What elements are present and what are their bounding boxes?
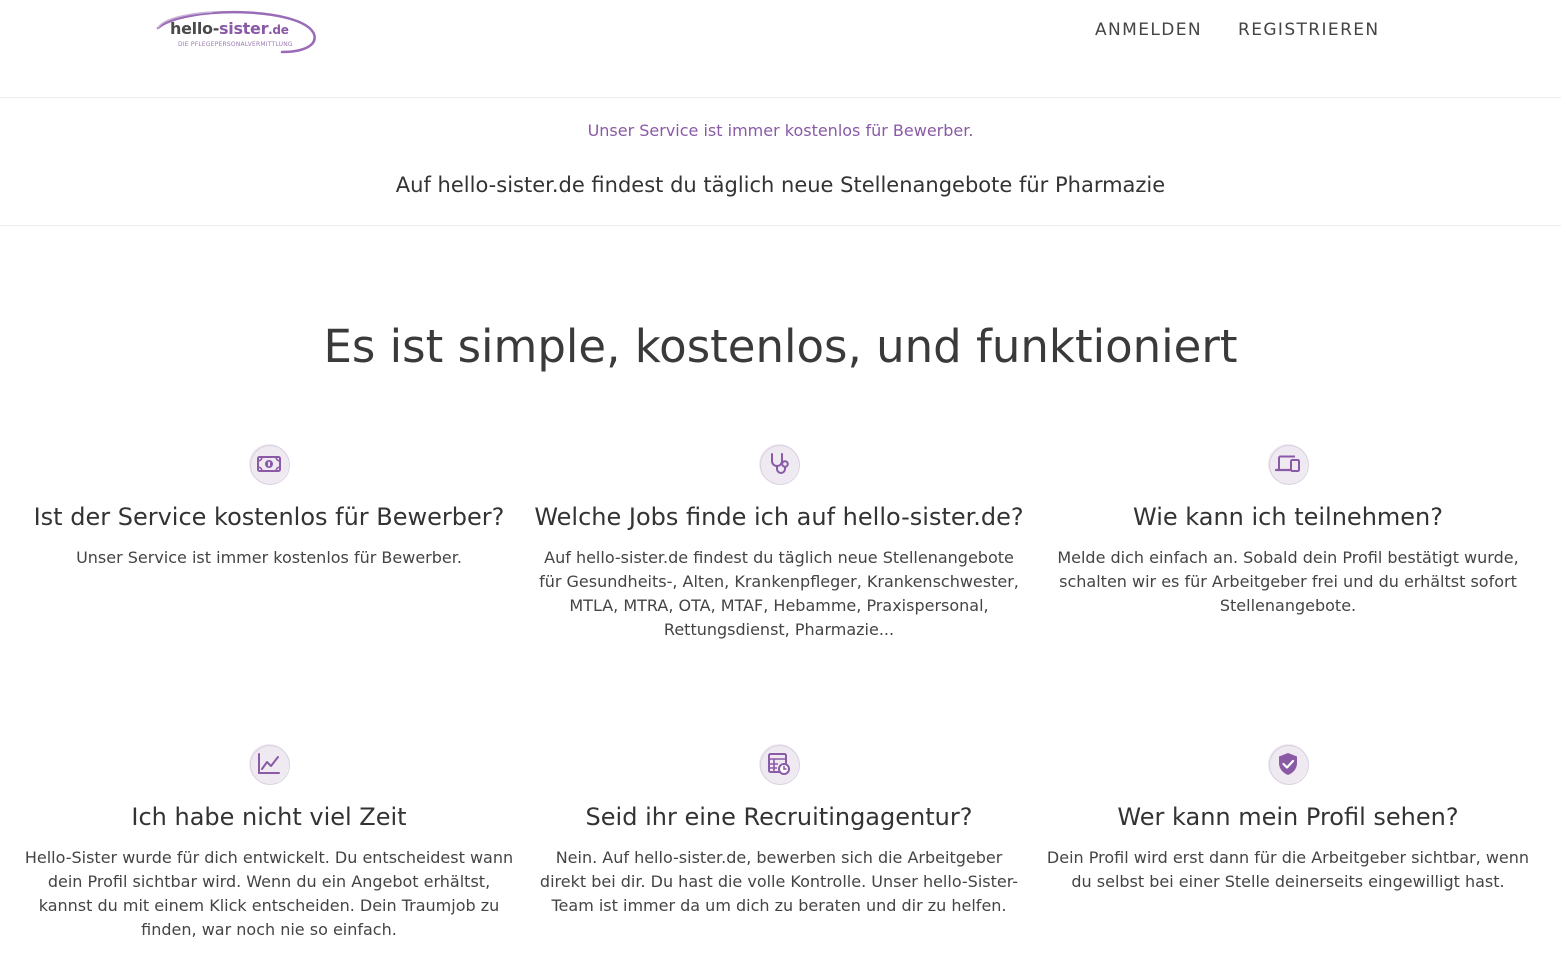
- feature-text: Nein. Auf hello-sister.de, bewerben sich…: [539, 848, 1019, 915]
- feature-text: Dein Profil wird erst dann für die Arbei…: [1046, 848, 1530, 891]
- chart-line-icon: [249, 744, 290, 785]
- feature-title: Seid ihr eine Recruitingagentur?: [585, 803, 973, 831]
- main-nav: ANMELDEN REGISTRIEREN: [1095, 20, 1380, 40]
- feature-card-visibility: Wer kann mein Profil sehen? Dein Profil …: [1043, 744, 1533, 894]
- shield-check-icon: [1268, 744, 1309, 785]
- feature-text: Unser Service ist immer kostenlos für Be…: [76, 548, 462, 567]
- register-link[interactable]: REGISTRIEREN: [1238, 20, 1380, 40]
- logo-name-tld: .de: [268, 23, 289, 37]
- jobs-headline: Auf hello-sister.de findest du täglich n…: [395, 173, 1166, 197]
- logo-text: hello-sister.de: [170, 19, 289, 38]
- feature-title: Welche Jobs finde ich auf hello-sister.d…: [534, 503, 1024, 531]
- money-icon: [249, 444, 290, 485]
- feature-title: Ist der Service kostenlos für Bewerber?: [33, 503, 505, 531]
- feature-card-time: Ich habe nicht viel Zeit Hello-Sister wu…: [24, 744, 514, 942]
- feature-title: Ich habe nicht viel Zeit: [131, 803, 407, 831]
- feature-title: Wie kann ich teilnehmen?: [1133, 503, 1443, 531]
- feature-card-agency: Seid ihr eine Recruitingagentur? Nein. A…: [534, 744, 1024, 918]
- feature-text: Melde dich einfach an. Sobald dein Profi…: [1057, 548, 1519, 615]
- logo[interactable]: hello-sister.de DIE PFLEGEPERSONALVERMIT…: [152, 6, 318, 56]
- logo-name-main: hello-: [170, 19, 220, 38]
- schedule-icon: [759, 744, 800, 785]
- stethoscope-icon: [759, 444, 800, 485]
- feature-text: Hello-Sister wurde für dich entwickelt. …: [24, 848, 514, 939]
- logo-name-accent: sister: [219, 19, 269, 38]
- site-header: hello-sister.de DIE PFLEGEPERSONALVERMIT…: [0, 0, 1561, 98]
- service-tagline: Unser Service ist immer kostenlos für Be…: [587, 121, 974, 140]
- feature-card-free: Ist der Service kostenlos für Bewerber? …: [24, 444, 514, 570]
- login-link[interactable]: ANMELDEN: [1095, 20, 1202, 40]
- feature-card-jobs: Welche Jobs finde ich auf hello-sister.d…: [534, 444, 1024, 642]
- feature-card-participate: Wie kann ich teilnehmen? Melde dich einf…: [1043, 444, 1533, 618]
- feature-title: Wer kann mein Profil sehen?: [1117, 803, 1459, 831]
- page-title: Es ist simple, kostenlos, und funktionie…: [323, 320, 1238, 373]
- info-strip: Unser Service ist immer kostenlos für Be…: [0, 98, 1561, 226]
- logo-tagline: DIE PFLEGEPERSONALVERMITTLUNG: [178, 41, 293, 48]
- feature-text: Auf hello-sister.de findest du täglich n…: [539, 548, 1019, 639]
- devices-icon: [1268, 444, 1309, 485]
